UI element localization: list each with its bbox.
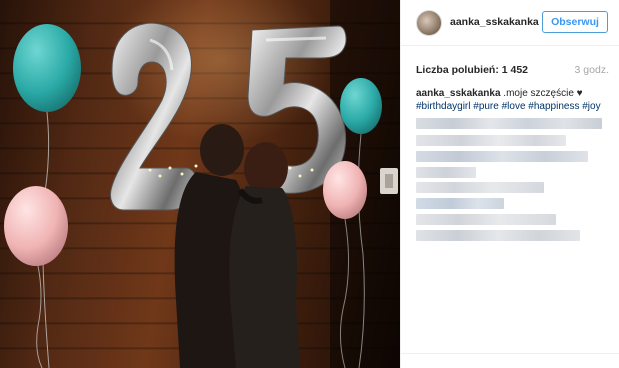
post-sidebar: aanka_sskakanka Obserwuj Liczba polubień…	[400, 0, 619, 368]
blurred-comment	[416, 135, 566, 146]
blurred-comment	[416, 167, 476, 178]
follow-button[interactable]: Obserwuj	[542, 11, 608, 33]
post-photo[interactable]	[0, 0, 400, 368]
caption: aanka_sskakanka .moje szczęście ♥ #birth…	[416, 87, 611, 113]
post-time[interactable]: 3 godz.	[575, 64, 609, 76]
likes-count[interactable]: Liczba polubień: 1 452	[416, 64, 528, 76]
black-heart-icon: ♥	[576, 88, 583, 99]
caption-username[interactable]: aanka_sskakanka	[416, 88, 501, 99]
blurred-comment	[416, 214, 556, 225]
blurred-comment	[416, 198, 504, 209]
post-header: aanka_sskakanka Obserwuj	[401, 0, 619, 46]
blurred-comment	[416, 182, 544, 193]
username-link[interactable]: aanka_sskakanka	[450, 16, 539, 28]
sidebar-divider	[401, 353, 619, 354]
instagram-post: aanka_sskakanka Obserwuj Liczba polubień…	[0, 0, 619, 368]
likes-row: Liczba polubień: 1 452 3 godz.	[416, 64, 609, 78]
photo-illustration	[0, 0, 400, 368]
caption-hashtags[interactable]: #birthdaygirl #pure #love #happiness #jo…	[416, 101, 601, 112]
avatar[interactable]	[416, 10, 442, 36]
blurred-comment	[416, 230, 580, 241]
blurred-comment	[416, 151, 588, 162]
blurred-comment	[416, 118, 602, 129]
caption-text: .moje szczęście	[500, 88, 577, 99]
